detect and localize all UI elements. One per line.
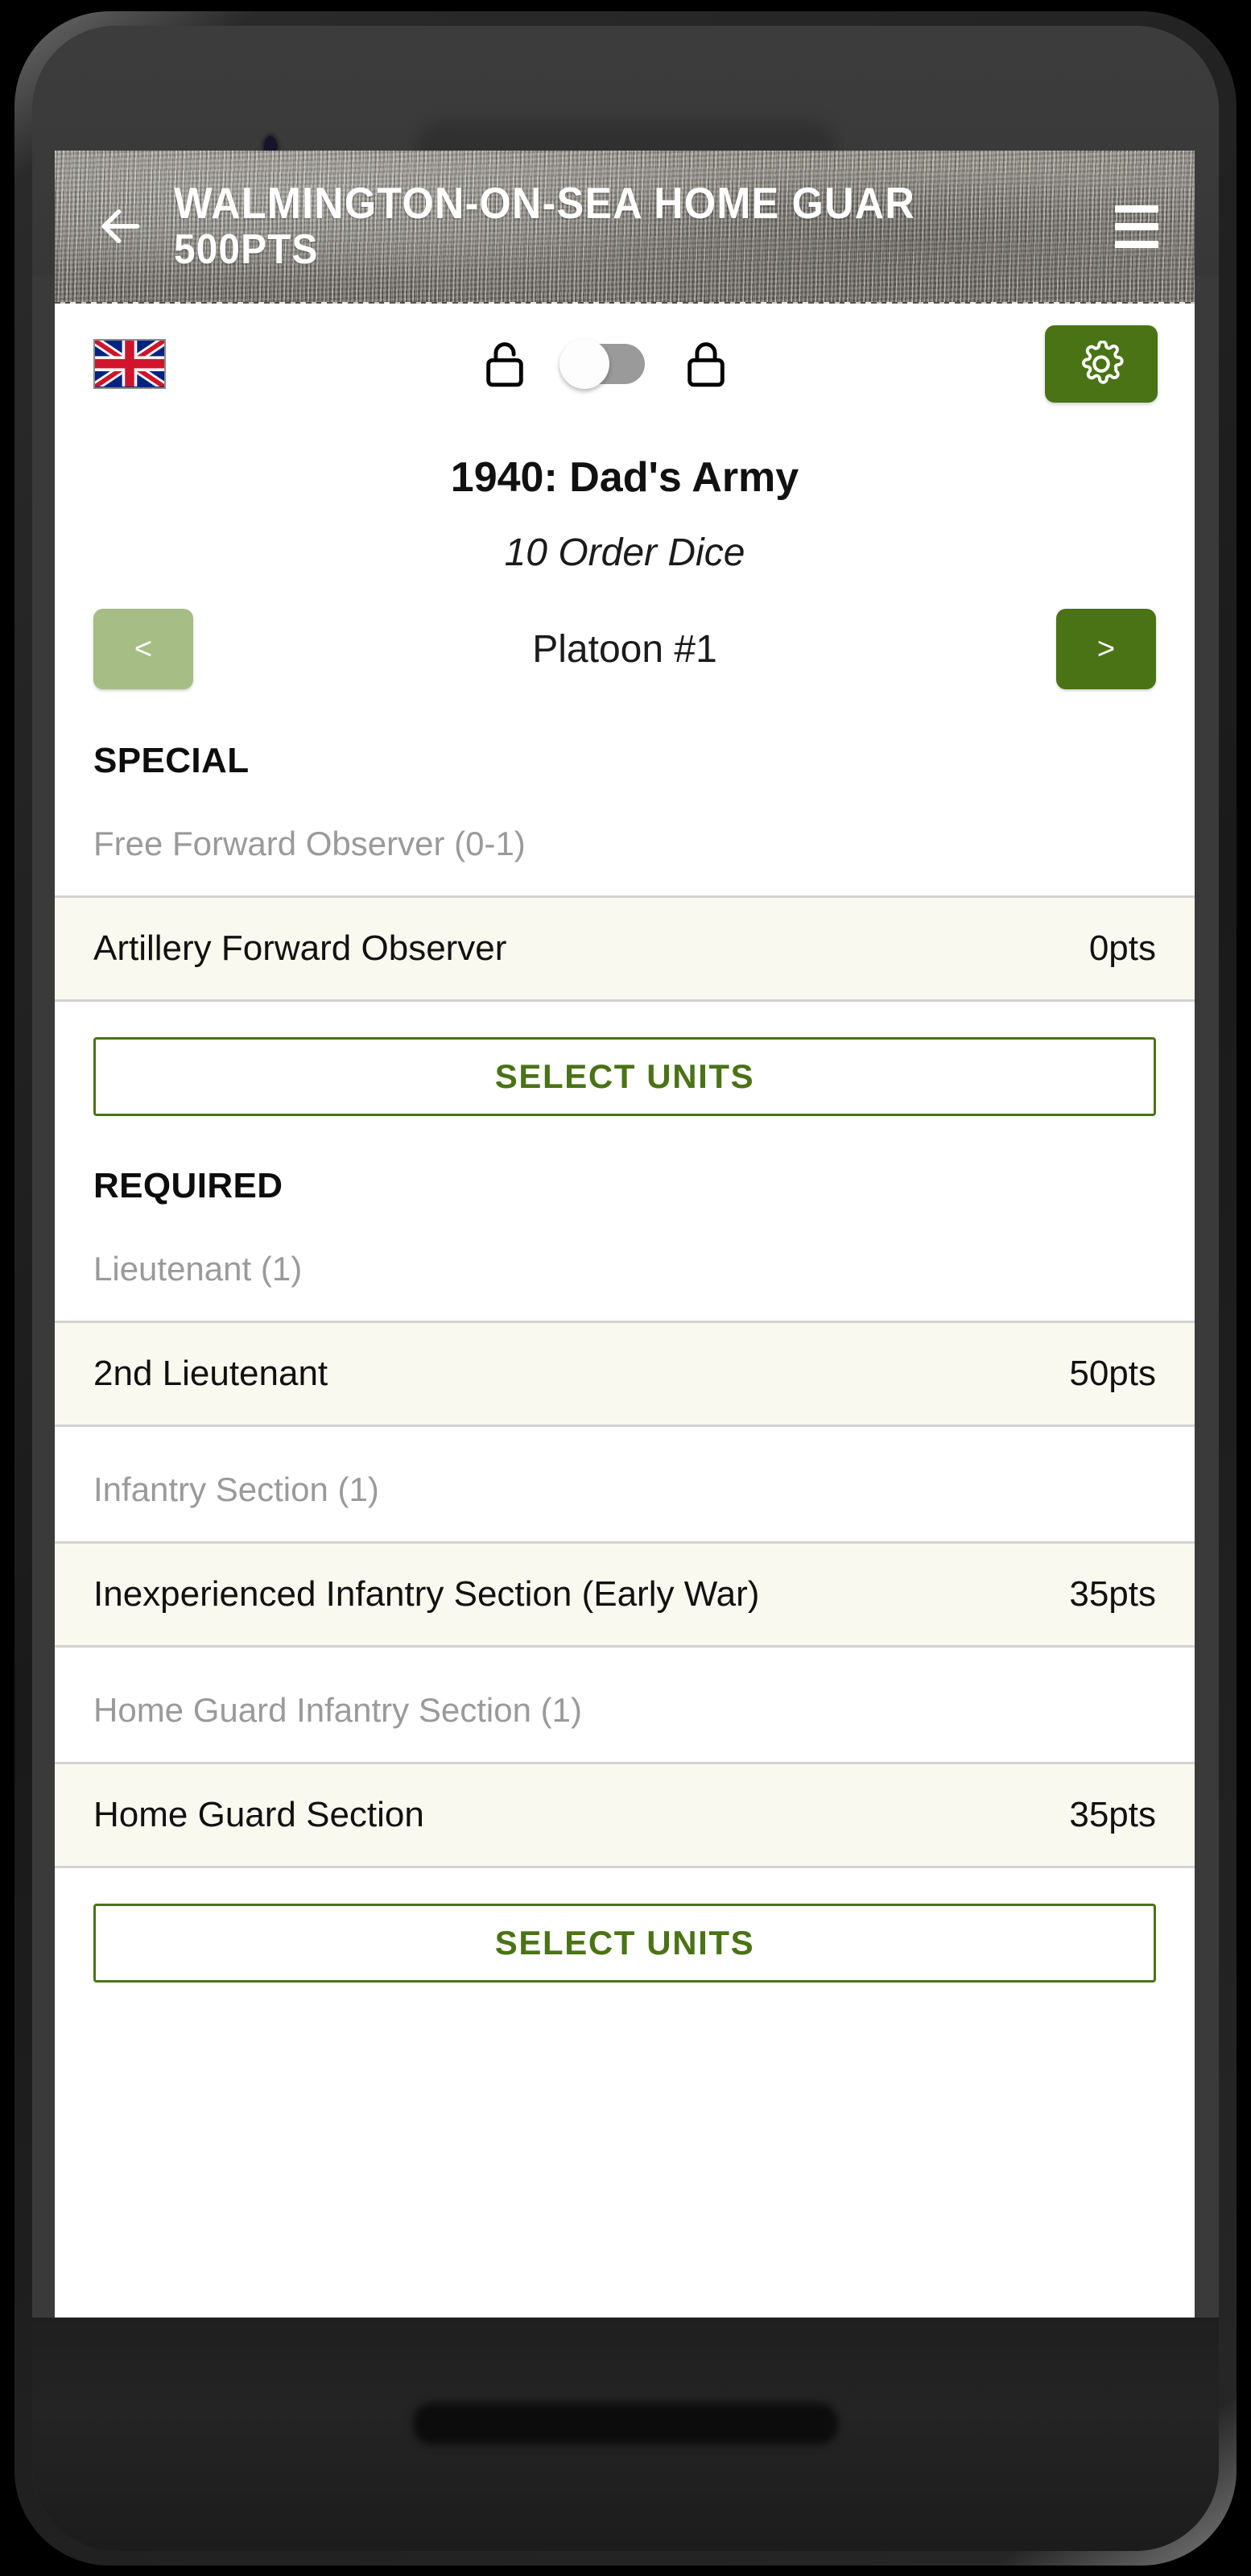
unit-name: Inexperienced Infantry Section (Early Wa…: [93, 1574, 760, 1614]
toggle-knob: [559, 339, 609, 389]
unit-points: 0pts: [1088, 928, 1156, 968]
app-bar: WALMINGTON-ON-SEA HOME GUAR 500PTS: [55, 151, 1195, 302]
arrow-left-icon: [101, 209, 140, 243]
next-platoon-button[interactable]: >: [1056, 609, 1156, 689]
back-button[interactable]: [82, 188, 159, 265]
select-units-label: SELECT UNITS: [494, 1057, 755, 1095]
slot-label: Infantry Section (1): [93, 1470, 379, 1508]
select-units-label: SELECT UNITS: [494, 1924, 755, 1962]
platoon-label: Platoon #1: [532, 627, 717, 671]
unit-name: Home Guard Section: [93, 1795, 424, 1834]
unit-points: 35pts: [1069, 1574, 1156, 1614]
phone-screen-area: WALMINGTON-ON-SEA HOME GUAR 500PTS 1940:…: [32, 26, 1219, 2551]
order-dice-count: 10 Order Dice: [504, 531, 745, 574]
hamburger-menu-button[interactable]: [1100, 189, 1174, 263]
slot-label: Lieutenant (1): [93, 1250, 303, 1288]
army-builder-content: 1940: Dad's Army 10 Order Dice < Platoon…: [55, 304, 1195, 2031]
unit-points: 50pts: [1069, 1354, 1156, 1393]
content-bottom-spacer: [55, 1983, 1195, 2031]
select-units-button-special[interactable]: SELECT UNITS: [93, 1037, 1156, 1116]
hamburger-menu-icon: [1115, 240, 1158, 248]
unit-name: Artillery Forward Observer: [93, 928, 507, 968]
section-heading-special: SPECIAL: [93, 741, 250, 780]
lock-toggle-group: [166, 339, 1045, 389]
unit-points: 35pts: [1069, 1795, 1156, 1834]
table-row[interactable]: Artillery Forward Observer 0pts: [55, 895, 1195, 1002]
select-units-button-required[interactable]: SELECT UNITS: [93, 1904, 1156, 1983]
slot-label: Home Guard Infantry Section (1): [93, 1691, 582, 1729]
section-heading-required: REQUIRED: [93, 1166, 283, 1205]
app-screen: WALMINGTON-ON-SEA HOME GUAR 500PTS 1940:…: [55, 151, 1195, 2318]
gear-icon: [1082, 341, 1124, 384]
hamburger-menu-icon: [1115, 205, 1158, 213]
page-title: WALMINGTON-ON-SEA HOME GUAR: [174, 179, 915, 228]
settings-button[interactable]: [1045, 325, 1158, 403]
army-controls-row: [55, 304, 1195, 424]
union-jack-flag-icon: [93, 339, 166, 389]
table-row[interactable]: 2nd Lieutenant 50pts: [55, 1321, 1195, 1427]
unit-name: 2nd Lieutenant: [93, 1354, 328, 1393]
phone-frame: WALMINGTON-ON-SEA HOME GUAR 500PTS 1940:…: [14, 11, 1237, 2566]
slot-label: Free Forward Observer (0-1): [93, 825, 526, 862]
table-row[interactable]: Inexperienced Infantry Section (Early Wa…: [55, 1541, 1195, 1648]
lock-icon: [687, 342, 725, 387]
app-bar-titles: WALMINGTON-ON-SEA HOME GUAR 500PTS: [159, 180, 1100, 274]
lock-toggle-switch[interactable]: [559, 339, 645, 389]
phone-bottom-bezel: [32, 2318, 1219, 2551]
platoon-navigation: < Platoon #1 >: [55, 607, 1195, 691]
hamburger-menu-icon: [1115, 222, 1158, 230]
table-row[interactable]: Home Guard Section 35pts: [55, 1762, 1195, 1868]
army-points-total: 500PTS: [174, 226, 319, 274]
army-name: 1940: Dad's Army: [450, 454, 799, 501]
unlock-icon: [486, 342, 523, 387]
home-indicator: [413, 2403, 838, 2445]
previous-platoon-button[interactable]: <: [93, 609, 193, 689]
